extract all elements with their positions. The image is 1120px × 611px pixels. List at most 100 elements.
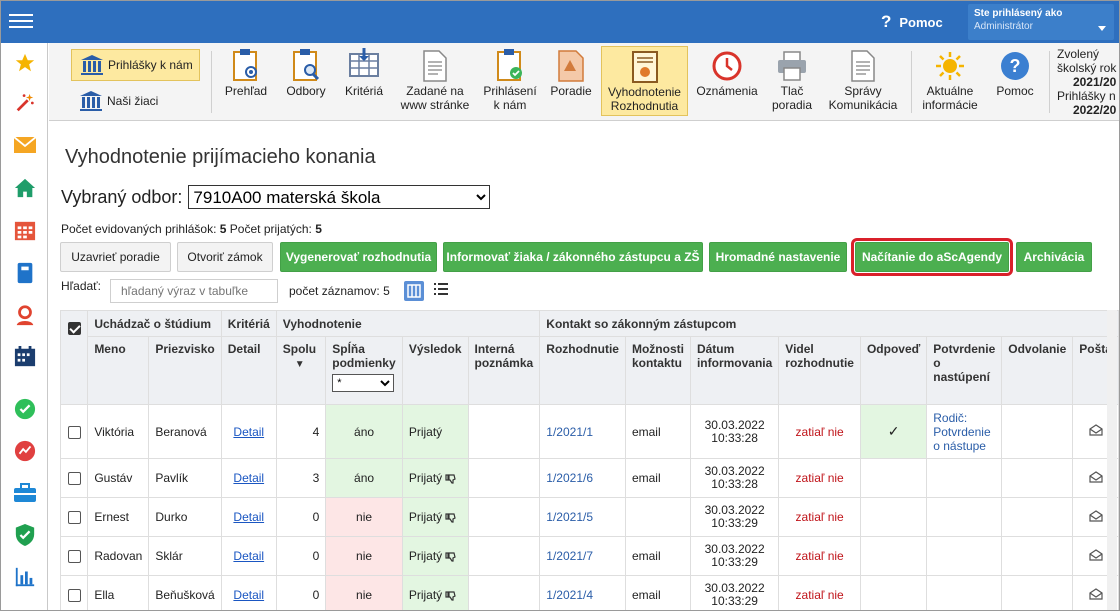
cell-poznamka[interactable] bbox=[467, 458, 541, 498]
envelope-open-icon[interactable] bbox=[1089, 470, 1103, 486]
column-header-odpoved[interactable]: Odpoveď bbox=[859, 336, 928, 405]
table-row[interactable]: Ella Beňušková Detail 0 nie Prijatý 1/2021/4 em… bbox=[59, 575, 1119, 610]
chart-circle-icon[interactable] bbox=[13, 439, 37, 463]
detail-link[interactable]: Detail bbox=[233, 425, 264, 439]
column-header-videl[interactable]: Videl rozhodnutie bbox=[778, 336, 861, 405]
column-header-moznosti[interactable]: Možnosti kontaktu bbox=[624, 336, 691, 405]
tab-kriteria[interactable]: Kritériá bbox=[339, 46, 389, 116]
book-icon[interactable] bbox=[13, 261, 37, 285]
row-checkbox[interactable] bbox=[67, 589, 81, 603]
cell-potvrdenie[interactable] bbox=[926, 458, 1003, 498]
cell-potvrdenie[interactable] bbox=[926, 575, 1003, 610]
cell-rozhodnutie[interactable]: 1/2021/5 bbox=[539, 497, 626, 537]
search-input[interactable] bbox=[110, 279, 278, 303]
person-icon[interactable] bbox=[13, 303, 37, 327]
hamburger-menu-icon[interactable] bbox=[9, 10, 33, 32]
column-header-odvolanie[interactable]: Odvolanie bbox=[1001, 336, 1074, 405]
select-all-checkbox[interactable] bbox=[67, 322, 81, 336]
cell-rozhodnutie[interactable]: 1/2021/4 bbox=[539, 575, 626, 610]
detail-link[interactable]: Detail bbox=[233, 471, 264, 485]
cell-vysledok[interactable]: Prijatý bbox=[401, 536, 469, 576]
column-header-meno[interactable]: Meno bbox=[87, 336, 150, 405]
check-circle-icon[interactable] bbox=[13, 397, 37, 421]
tab-oznamenia[interactable]: Oznámenia bbox=[694, 46, 760, 116]
column-header-spolu[interactable]: Spolu ▼ bbox=[275, 336, 327, 405]
tab-odbory[interactable]: Odbory bbox=[282, 46, 330, 116]
detail-link[interactable]: Detail bbox=[233, 549, 264, 563]
row-checkbox[interactable] bbox=[67, 511, 81, 525]
cell-vysledok[interactable]: Prijatý bbox=[401, 404, 469, 459]
envelope-open-icon[interactable] bbox=[1089, 424, 1103, 439]
odbor-select[interactable]: 7910A00 materská škola bbox=[188, 185, 491, 209]
cell-poznamka[interactable] bbox=[467, 404, 541, 459]
tab-poradie[interactable]: Poradie bbox=[545, 46, 597, 116]
help-link[interactable]: ? Pomoc bbox=[881, 12, 943, 32]
informovat-ziaka-button[interactable]: Informovať žiaka / zákonného zástupcu a … bbox=[443, 242, 703, 272]
nasi-ziaci-button[interactable]: Naši žiaci bbox=[79, 89, 158, 113]
table-row[interactable]: Radovan Sklár Detail 0 nie Prijatý 1/2021/7 ema… bbox=[59, 536, 1119, 576]
table-row[interactable]: Ernest Durko Detail 0 nie Prijatý 1/2021/5 30.0… bbox=[59, 497, 1119, 537]
detail-link[interactable]: Detail bbox=[233, 510, 264, 524]
cell-rozhodnutie[interactable]: 1/2021/7 bbox=[539, 536, 626, 576]
splna-filter-select[interactable]: * bbox=[332, 374, 395, 392]
star-icon[interactable] bbox=[13, 51, 37, 75]
prihlasky-k-nam-button[interactable]: Prihlášky k nám bbox=[71, 49, 200, 81]
shield-icon[interactable] bbox=[13, 523, 37, 547]
column-header-vysledok[interactable]: Výsledok bbox=[401, 336, 469, 405]
list-view-icon[interactable] bbox=[434, 283, 448, 298]
nacitanie-do-ascagendy-button[interactable]: Načítanie do aScAgendy bbox=[851, 238, 1013, 276]
rozhodnutie-link[interactable]: 1/2021/5 bbox=[546, 510, 593, 524]
wand-icon[interactable] bbox=[13, 91, 37, 115]
tab-prehlad[interactable]: Prehľad bbox=[221, 46, 271, 116]
cell-poznamka[interactable] bbox=[467, 536, 541, 576]
cell-poznamka[interactable] bbox=[467, 497, 541, 537]
tab-pomoc[interactable]: ? Pomoc bbox=[991, 46, 1039, 116]
column-header-priezvisko[interactable]: Priezvisko bbox=[148, 336, 222, 405]
column-header-rozhodnutie[interactable]: Rozhodnutie bbox=[539, 336, 626, 405]
cell-rozhodnutie[interactable]: 1/2021/6 bbox=[539, 458, 626, 498]
rozhodnutie-link[interactable]: 1/2021/6 bbox=[546, 471, 593, 485]
table-scrollbar[interactable] bbox=[1107, 310, 1117, 610]
envelope-open-icon[interactable] bbox=[1089, 509, 1103, 525]
table-row[interactable]: Viktória Beranová Detail 4 áno Prijatý 1/2021/… bbox=[59, 404, 1119, 459]
tab-zadane-na-www[interactable]: Zadané na www stránke bbox=[395, 46, 475, 116]
cell-rozhodnutie[interactable]: 1/2021/1 bbox=[539, 404, 626, 459]
tab-vyhodnotenie-rozhodnutia[interactable]: Vyhodnotenie Rozhodnutia bbox=[601, 46, 688, 116]
user-menu[interactable]: Ste prihlásený ako Administrátor bbox=[968, 4, 1114, 40]
column-header-datum[interactable]: Dátum informovania bbox=[689, 336, 780, 405]
cell-potvrdenie[interactable]: Rodič: Potvrdenie o nástupe bbox=[926, 404, 1003, 459]
column-header-poznamka[interactable]: Interná poznámka bbox=[467, 336, 541, 405]
row-checkbox[interactable] bbox=[67, 472, 81, 486]
column-header-potvrdenie[interactable]: Potvrdenie o nastúpení bbox=[926, 336, 1003, 405]
bar-chart-icon[interactable] bbox=[13, 565, 37, 589]
cell-vysledok[interactable]: Prijatý bbox=[401, 458, 469, 498]
cell-potvrdenie[interactable] bbox=[926, 497, 1003, 537]
schedule-icon[interactable] bbox=[13, 345, 37, 369]
archivacia-button[interactable]: Archivácia bbox=[1016, 242, 1092, 272]
column-view-icon[interactable] bbox=[404, 281, 424, 301]
home-icon[interactable] bbox=[13, 176, 37, 200]
tab-aktualne-informacie[interactable]: Aktuálne informácie bbox=[917, 46, 983, 116]
table-row[interactable]: Gustáv Pavlík Detail 3 áno Prijatý 1/2021/6 ema… bbox=[59, 458, 1119, 498]
cell-vysledok[interactable]: Prijatý bbox=[401, 497, 469, 537]
rozhodnutie-link[interactable]: 1/2021/4 bbox=[546, 588, 593, 602]
rozhodnutie-link[interactable]: 1/2021/7 bbox=[546, 549, 593, 563]
briefcase-icon[interactable] bbox=[13, 481, 37, 505]
row-checkbox[interactable] bbox=[67, 425, 81, 439]
tab-spravy-komunikacia[interactable]: Správy Komunikácia bbox=[825, 46, 901, 116]
cell-poznamka[interactable] bbox=[467, 575, 541, 610]
detail-link[interactable]: Detail bbox=[233, 588, 264, 602]
vygenerovat-rozhodnutia-button[interactable]: Vygenerovať rozhodnutia bbox=[280, 242, 437, 272]
uzavriet-poradie-button[interactable]: Uzavrieť poradie bbox=[60, 242, 171, 272]
envelope-open-icon[interactable] bbox=[1089, 548, 1103, 564]
mail-icon[interactable] bbox=[13, 133, 37, 157]
envelope-open-icon[interactable] bbox=[1089, 587, 1103, 603]
hromadne-nastavenie-button[interactable]: Hromadné nastavenie bbox=[709, 242, 847, 272]
cell-potvrdenie[interactable] bbox=[926, 536, 1003, 576]
tab-prihlaseni-k-nam[interactable]: Prihlásení k nám bbox=[479, 46, 541, 116]
tab-tlac-poradia[interactable]: Tlač poradia bbox=[766, 46, 818, 116]
cell-vysledok[interactable]: Prijatý bbox=[401, 575, 469, 610]
rozhodnutie-link[interactable]: 1/2021/1 bbox=[546, 425, 593, 439]
calendar-grid-icon[interactable] bbox=[13, 219, 37, 243]
row-checkbox[interactable] bbox=[67, 550, 81, 564]
